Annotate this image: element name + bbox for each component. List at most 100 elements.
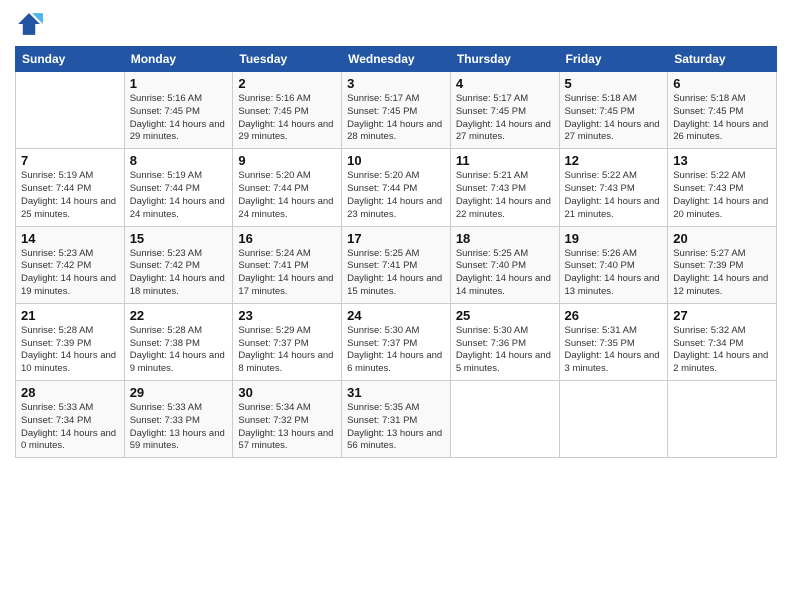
day-number: 22 <box>130 308 228 323</box>
day-number: 25 <box>456 308 554 323</box>
day-number: 9 <box>238 153 336 168</box>
day-number: 18 <box>456 231 554 246</box>
day-number: 13 <box>673 153 771 168</box>
day-number: 24 <box>347 308 445 323</box>
cell-content: Sunrise: 5:33 AM Sunset: 7:34 PM Dayligh… <box>21 402 119 453</box>
day-number: 5 <box>565 76 663 91</box>
header-cell-thursday: Thursday <box>450 47 559 72</box>
cell-content: Sunrise: 5:26 AM Sunset: 7:40 PM Dayligh… <box>565 248 663 299</box>
cell-content: Sunrise: 5:32 AM Sunset: 7:34 PM Dayligh… <box>673 325 771 376</box>
day-number: 16 <box>238 231 336 246</box>
day-number: 11 <box>456 153 554 168</box>
cell-content: Sunrise: 5:17 AM Sunset: 7:45 PM Dayligh… <box>456 93 554 144</box>
calendar-cell: 31 Sunrise: 5:35 AM Sunset: 7:31 PM Dayli… <box>342 381 451 458</box>
day-number: 10 <box>347 153 445 168</box>
calendar-cell: 8Sunrise: 5:19 AM Sunset: 7:44 PM Daylig… <box>124 149 233 226</box>
day-number: 2 <box>238 76 336 91</box>
calendar-cell: 6 Sunrise: 5:18 AM Sunset: 7:45 PM Daylig… <box>668 72 777 149</box>
cell-content: Sunrise: 5:23 AM Sunset: 7:42 PM Dayligh… <box>21 248 119 299</box>
calendar-cell: 2Sunrise: 5:16 AM Sunset: 7:45 PM Daylig… <box>233 72 342 149</box>
day-number: 26 <box>565 308 663 323</box>
calendar-cell: 1Sunrise: 5:16 AM Sunset: 7:45 PM Daylig… <box>124 72 233 149</box>
calendar-cell: 14 Sunrise: 5:23 AM Sunset: 7:42 PM Dayli… <box>16 226 125 303</box>
calendar-cell: 9Sunrise: 5:20 AM Sunset: 7:44 PM Daylig… <box>233 149 342 226</box>
day-number: 3 <box>347 76 445 91</box>
day-number: 6 <box>673 76 771 91</box>
calendar-cell: 7Sunrise: 5:19 AM Sunset: 7:44 PM Daylig… <box>16 149 125 226</box>
week-row-1: 1Sunrise: 5:16 AM Sunset: 7:45 PM Daylig… <box>16 72 777 149</box>
calendar-table: SundayMondayTuesdayWednesdayThursdayFrid… <box>15 46 777 458</box>
calendar-cell: 21Sunrise: 5:28 AM Sunset: 7:39 PM Dayli… <box>16 303 125 380</box>
day-number: 27 <box>673 308 771 323</box>
day-number: 30 <box>238 385 336 400</box>
calendar-cell: 22 Sunrise: 5:28 AM Sunset: 7:38 PM Dayli… <box>124 303 233 380</box>
day-number: 4 <box>456 76 554 91</box>
day-number: 23 <box>238 308 336 323</box>
cell-content: Sunrise: 5:27 AM Sunset: 7:39 PM Dayligh… <box>673 248 771 299</box>
week-row-2: 7Sunrise: 5:19 AM Sunset: 7:44 PM Daylig… <box>16 149 777 226</box>
logo <box>15 10 47 38</box>
day-number: 12 <box>565 153 663 168</box>
header-cell-saturday: Saturday <box>668 47 777 72</box>
header-cell-monday: Monday <box>124 47 233 72</box>
day-number: 31 <box>347 385 445 400</box>
day-number: 20 <box>673 231 771 246</box>
day-number: 15 <box>130 231 228 246</box>
day-number: 1 <box>130 76 228 91</box>
calendar-cell: 24 Sunrise: 5:30 AM Sunset: 7:37 PM Dayli… <box>342 303 451 380</box>
calendar-cell <box>16 72 125 149</box>
week-row-3: 14 Sunrise: 5:23 AM Sunset: 7:42 PM Dayli… <box>16 226 777 303</box>
cell-content: Sunrise: 5:30 AM Sunset: 7:37 PM Dayligh… <box>347 325 445 376</box>
calendar-cell <box>668 381 777 458</box>
cell-content: Sunrise: 5:25 AM Sunset: 7:41 PM Dayligh… <box>347 248 445 299</box>
day-number: 7 <box>21 153 119 168</box>
calendar-cell: 16 Sunrise: 5:24 AM Sunset: 7:41 PM Dayli… <box>233 226 342 303</box>
cell-content: Sunrise: 5:20 AM Sunset: 7:44 PM Dayligh… <box>347 170 445 221</box>
calendar-cell: 15 Sunrise: 5:23 AM Sunset: 7:42 PM Dayli… <box>124 226 233 303</box>
week-row-4: 21Sunrise: 5:28 AM Sunset: 7:39 PM Dayli… <box>16 303 777 380</box>
calendar-cell: 23 Sunrise: 5:29 AM Sunset: 7:37 PM Dayli… <box>233 303 342 380</box>
calendar-cell: 12 Sunrise: 5:22 AM Sunset: 7:43 PM Dayli… <box>559 149 668 226</box>
calendar-cell: 11 Sunrise: 5:21 AM Sunset: 7:43 PM Dayli… <box>450 149 559 226</box>
calendar-cell: 25 Sunrise: 5:30 AM Sunset: 7:36 PM Dayli… <box>450 303 559 380</box>
cell-content: Sunrise: 5:35 AM Sunset: 7:31 PM Dayligh… <box>347 402 445 453</box>
calendar-cell <box>559 381 668 458</box>
calendar-cell: 20 Sunrise: 5:27 AM Sunset: 7:39 PM Dayli… <box>668 226 777 303</box>
header-cell-wednesday: Wednesday <box>342 47 451 72</box>
cell-content: Sunrise: 5:21 AM Sunset: 7:43 PM Dayligh… <box>456 170 554 221</box>
header-cell-tuesday: Tuesday <box>233 47 342 72</box>
header-cell-sunday: Sunday <box>16 47 125 72</box>
calendar-cell: 10 Sunrise: 5:20 AM Sunset: 7:44 PM Dayli… <box>342 149 451 226</box>
calendar-cell: 17Sunrise: 5:25 AM Sunset: 7:41 PM Dayli… <box>342 226 451 303</box>
day-number: 14 <box>21 231 119 246</box>
cell-content: Sunrise: 5:28 AM Sunset: 7:38 PM Dayligh… <box>130 325 228 376</box>
header-cell-friday: Friday <box>559 47 668 72</box>
cell-content: Sunrise: 5:22 AM Sunset: 7:43 PM Dayligh… <box>673 170 771 221</box>
day-number: 19 <box>565 231 663 246</box>
cell-content: Sunrise: 5:25 AM Sunset: 7:40 PM Dayligh… <box>456 248 554 299</box>
calendar-cell: 28Sunrise: 5:33 AM Sunset: 7:34 PM Dayli… <box>16 381 125 458</box>
calendar-cell: 4 Sunrise: 5:17 AM Sunset: 7:45 PM Daylig… <box>450 72 559 149</box>
cell-content: Sunrise: 5:22 AM Sunset: 7:43 PM Dayligh… <box>565 170 663 221</box>
cell-content: Sunrise: 5:18 AM Sunset: 7:45 PM Dayligh… <box>673 93 771 144</box>
day-number: 29 <box>130 385 228 400</box>
cell-content: Sunrise: 5:34 AM Sunset: 7:32 PM Dayligh… <box>238 402 336 453</box>
calendar-cell: 5Sunrise: 5:18 AM Sunset: 7:45 PM Daylig… <box>559 72 668 149</box>
calendar-cell <box>450 381 559 458</box>
calendar-header-row: SundayMondayTuesdayWednesdayThursdayFrid… <box>16 47 777 72</box>
calendar-cell: 3Sunrise: 5:17 AM Sunset: 7:45 PM Daylig… <box>342 72 451 149</box>
cell-content: Sunrise: 5:29 AM Sunset: 7:37 PM Dayligh… <box>238 325 336 376</box>
cell-content: Sunrise: 5:30 AM Sunset: 7:36 PM Dayligh… <box>456 325 554 376</box>
week-row-5: 28Sunrise: 5:33 AM Sunset: 7:34 PM Dayli… <box>16 381 777 458</box>
day-number: 8 <box>130 153 228 168</box>
cell-content: Sunrise: 5:24 AM Sunset: 7:41 PM Dayligh… <box>238 248 336 299</box>
logo-icon <box>15 10 43 38</box>
calendar-cell: 27 Sunrise: 5:32 AM Sunset: 7:34 PM Dayli… <box>668 303 777 380</box>
calendar-cell: 29 Sunrise: 5:33 AM Sunset: 7:33 PM Dayli… <box>124 381 233 458</box>
calendar-cell: 13 Sunrise: 5:22 AM Sunset: 7:43 PM Dayli… <box>668 149 777 226</box>
calendar-cell: 19 Sunrise: 5:26 AM Sunset: 7:40 PM Dayli… <box>559 226 668 303</box>
cell-content: Sunrise: 5:33 AM Sunset: 7:33 PM Dayligh… <box>130 402 228 453</box>
calendar-cell: 30 Sunrise: 5:34 AM Sunset: 7:32 PM Dayli… <box>233 381 342 458</box>
day-number: 21 <box>21 308 119 323</box>
cell-content: Sunrise: 5:23 AM Sunset: 7:42 PM Dayligh… <box>130 248 228 299</box>
